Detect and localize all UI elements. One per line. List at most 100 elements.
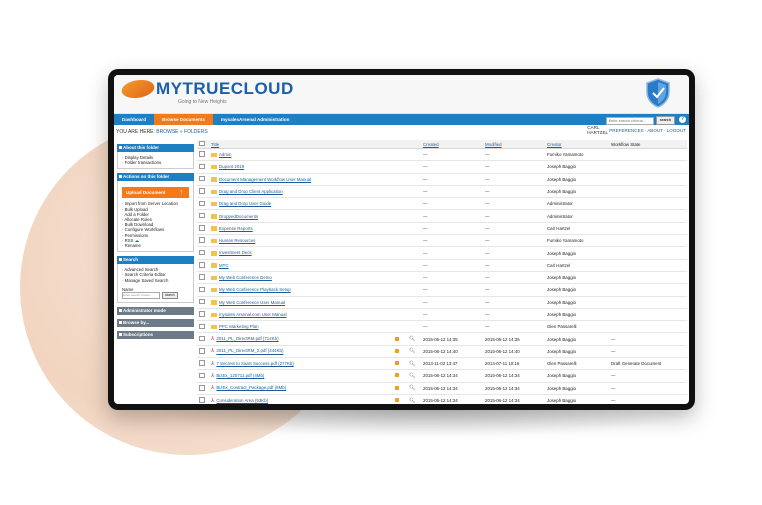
preview-icon[interactable]: 🔍︎ <box>407 394 421 404</box>
table-row[interactable]: My Web Conference User Manual — — Joseph Ba… <box>197 296 687 309</box>
search-panel-header[interactable]: Search <box>117 256 194 265</box>
table-row[interactable]: ⅄ BizEx_Contract_Package.pdf (8Mb) 🔍︎ 2015-… <box>197 382 687 395</box>
row-title[interactable]: Admin <box>209 148 393 162</box>
sidebar-item-rename[interactable]: · Rename <box>122 243 189 248</box>
row-checkbox[interactable] <box>197 148 209 162</box>
preferences-link[interactable]: PREFERENCES <box>609 128 643 133</box>
row-checkbox[interactable] <box>197 271 209 285</box>
row-checkbox[interactable] <box>197 173 209 186</box>
row-checkbox[interactable] <box>197 369 209 383</box>
preview-icon[interactable]: 🔍︎ <box>407 345 421 359</box>
table-row[interactable]: Investment Deck — — Joseph Baggio <box>197 246 687 260</box>
help-icon[interactable]: ? <box>679 116 686 123</box>
edit-icon[interactable] <box>393 369 407 383</box>
row-title[interactable]: MTC <box>209 259 393 272</box>
row-title[interactable]: My Web Conference User Manual <box>209 296 393 309</box>
tab-browse-documents[interactable]: Browse Documents <box>154 114 213 125</box>
table-row[interactable]: PPC Marketing Plan — — Glen Passarelli <box>197 320 687 334</box>
row-checkbox[interactable] <box>197 197 209 211</box>
about-panel-header[interactable]: About this folder <box>117 144 194 152</box>
row-checkbox[interactable] <box>197 283 209 297</box>
table-row[interactable]: mysales Arsenal.com User Manual — — Joseph … <box>197 308 687 322</box>
preview-icon[interactable]: 🔍︎ <box>407 369 421 383</box>
actions-panel-header[interactable]: Actions on this folder <box>117 173 194 182</box>
table-row[interactable]: MTC — — Carl Hartzel <box>197 259 687 272</box>
row-checkbox[interactable] <box>197 234 209 248</box>
table-row[interactable]: ⅄ Consideration Area (53Kb) 🔍︎ 2015-06-12 1… <box>197 394 687 404</box>
row-title[interactable]: ⅄ 2011_PL_DirectRM.pdf (714Kb) <box>209 332 393 346</box>
row-checkbox[interactable] <box>197 394 209 404</box>
row-checkbox[interactable] <box>197 308 209 322</box>
row-title[interactable]: My Web Conference Playback Setup <box>209 283 393 297</box>
row-checkbox[interactable] <box>197 296 209 309</box>
tab-dashboard[interactable]: Dashboard <box>114 114 154 125</box>
row-checkbox[interactable] <box>197 209 209 223</box>
row-checkbox[interactable] <box>197 357 209 371</box>
row-title[interactable]: Human Resources <box>209 234 393 248</box>
row-title[interactable]: DroppedDocuments <box>209 209 393 223</box>
row-title[interactable]: My Web Conference Demo <box>209 271 393 285</box>
header-search-input[interactable]: Enter search criteria... <box>605 116 654 125</box>
row-title[interactable]: Document Management Workflow User Manual <box>209 173 393 186</box>
column-modified[interactable]: Modified <box>483 140 545 149</box>
row-title[interactable]: Drag and Drop Client Application <box>209 185 393 199</box>
row-title[interactable]: ⅄ BizEx_120711.pdf (4Mb) <box>209 369 393 383</box>
table-row[interactable]: DroppedDocuments — — Administrator <box>197 209 687 223</box>
sidebar-item-manage-saved-search[interactable]: · Manage Saved Search <box>122 278 189 283</box>
subscriptions-header[interactable]: Subscriptions <box>117 331 194 340</box>
column-created[interactable]: Created <box>421 140 483 149</box>
tab-administration[interactable]: mysalesArsenal Administration <box>213 114 298 125</box>
row-checkbox[interactable] <box>197 382 209 395</box>
table-row[interactable]: ⅄ 2011_PL_DirectRM.pdf (714Kb) 🔍︎ 2015-06-1… <box>197 332 687 346</box>
edit-icon[interactable] <box>393 332 407 346</box>
row-title[interactable]: Dupont 2019 <box>209 160 393 174</box>
row-title[interactable]: Expense Reports <box>209 222 393 236</box>
row-title[interactable]: ⅄ 2011_PL_DirectRM_2.pdf (444Kb) <box>209 345 393 359</box>
row-title[interactable]: mysales Arsenal.com User Manual <box>209 308 393 322</box>
edit-icon[interactable] <box>393 357 407 371</box>
logout-link[interactable]: LOGOUT <box>667 128 686 133</box>
preview-icon[interactable]: 🔍︎ <box>407 382 421 395</box>
table-row[interactable]: Human Resources — — Fumiko Yamamoto <box>197 234 687 248</box>
row-checkbox[interactable] <box>197 246 209 260</box>
row-title[interactable]: ⅄ 7 Secrets to SaaS Success.pdf (277Kb) <box>209 357 393 371</box>
row-title[interactable]: ⅄ BizEx_Contract_Package.pdf (8Mb) <box>209 382 393 395</box>
admin-mode-header[interactable]: Administrator mode <box>117 307 194 316</box>
table-row[interactable]: My Web Conference Demo — — Joseph Baggio <box>197 271 687 285</box>
row-title[interactable]: Drag and Drop User Guide <box>209 197 393 211</box>
row-checkbox[interactable] <box>197 259 209 272</box>
table-row[interactable]: ⅄ BizEx_120711.pdf (4Mb) 🔍︎ 2015-06-12 14:3… <box>197 369 687 383</box>
row-checkbox[interactable] <box>197 185 209 199</box>
table-row[interactable]: Dupont 2019— — Joseph Baggio <box>197 160 687 174</box>
row-checkbox[interactable] <box>197 160 209 174</box>
row-title[interactable]: PPC Marketing Plan <box>209 320 393 334</box>
upload-document-button[interactable]: Upload Document ↑ <box>122 187 189 199</box>
about-link[interactable]: ABOUT <box>647 128 663 133</box>
row-checkbox[interactable] <box>197 320 209 334</box>
table-row[interactable]: Document Management Workflow User Manual… <box>197 173 687 186</box>
edit-icon[interactable] <box>393 345 407 359</box>
logo[interactable]: MYTRUECLOUD <box>118 80 294 98</box>
row-checkbox[interactable] <box>197 222 209 236</box>
row-title[interactable]: ⅄ Consideration Area (53Kb) <box>209 394 393 404</box>
breadcrumb-path[interactable]: BROWSE » FOLDERS <box>156 129 207 135</box>
table-row[interactable]: Expense Reports — — Carl Hartzel <box>197 222 687 236</box>
table-row[interactable]: Drag and Drop Client Application — — Joseph… <box>197 185 687 199</box>
select-all-checkbox[interactable] <box>197 140 209 149</box>
column-creator[interactable]: Creator <box>545 140 609 149</box>
row-checkbox[interactable] <box>197 332 209 346</box>
table-row[interactable]: Drag and Drop User Guide — — Administrator <box>197 197 687 211</box>
table-row[interactable]: My Web Conference Playback Setup — — Joseph… <box>197 283 687 297</box>
row-checkbox[interactable] <box>197 345 209 359</box>
sidebar-search-input[interactable]: Enter search criteria <box>122 292 160 300</box>
sidebar-search-button[interactable]: search <box>162 292 178 300</box>
table-row[interactable]: ⅄ 7 Secrets to SaaS Success.pdf (277Kb) 🔍︎… <box>197 357 687 371</box>
table-row[interactable]: Admin — — Fumiko Yamamoto <box>197 148 687 162</box>
table-row[interactable]: ⅄ 2011_PL_DirectRM_2.pdf (444Kb) 🔍︎ 2015-06… <box>197 345 687 359</box>
preview-icon[interactable]: 🔍︎ <box>407 357 421 371</box>
preview-icon[interactable]: 🔍︎ <box>407 332 421 346</box>
edit-icon[interactable] <box>393 394 407 404</box>
column-title[interactable]: Title <box>209 140 393 149</box>
row-title[interactable]: Investment Deck <box>209 246 393 260</box>
sidebar-item-folder-transactions[interactable]: · Folder transactions <box>122 160 189 165</box>
